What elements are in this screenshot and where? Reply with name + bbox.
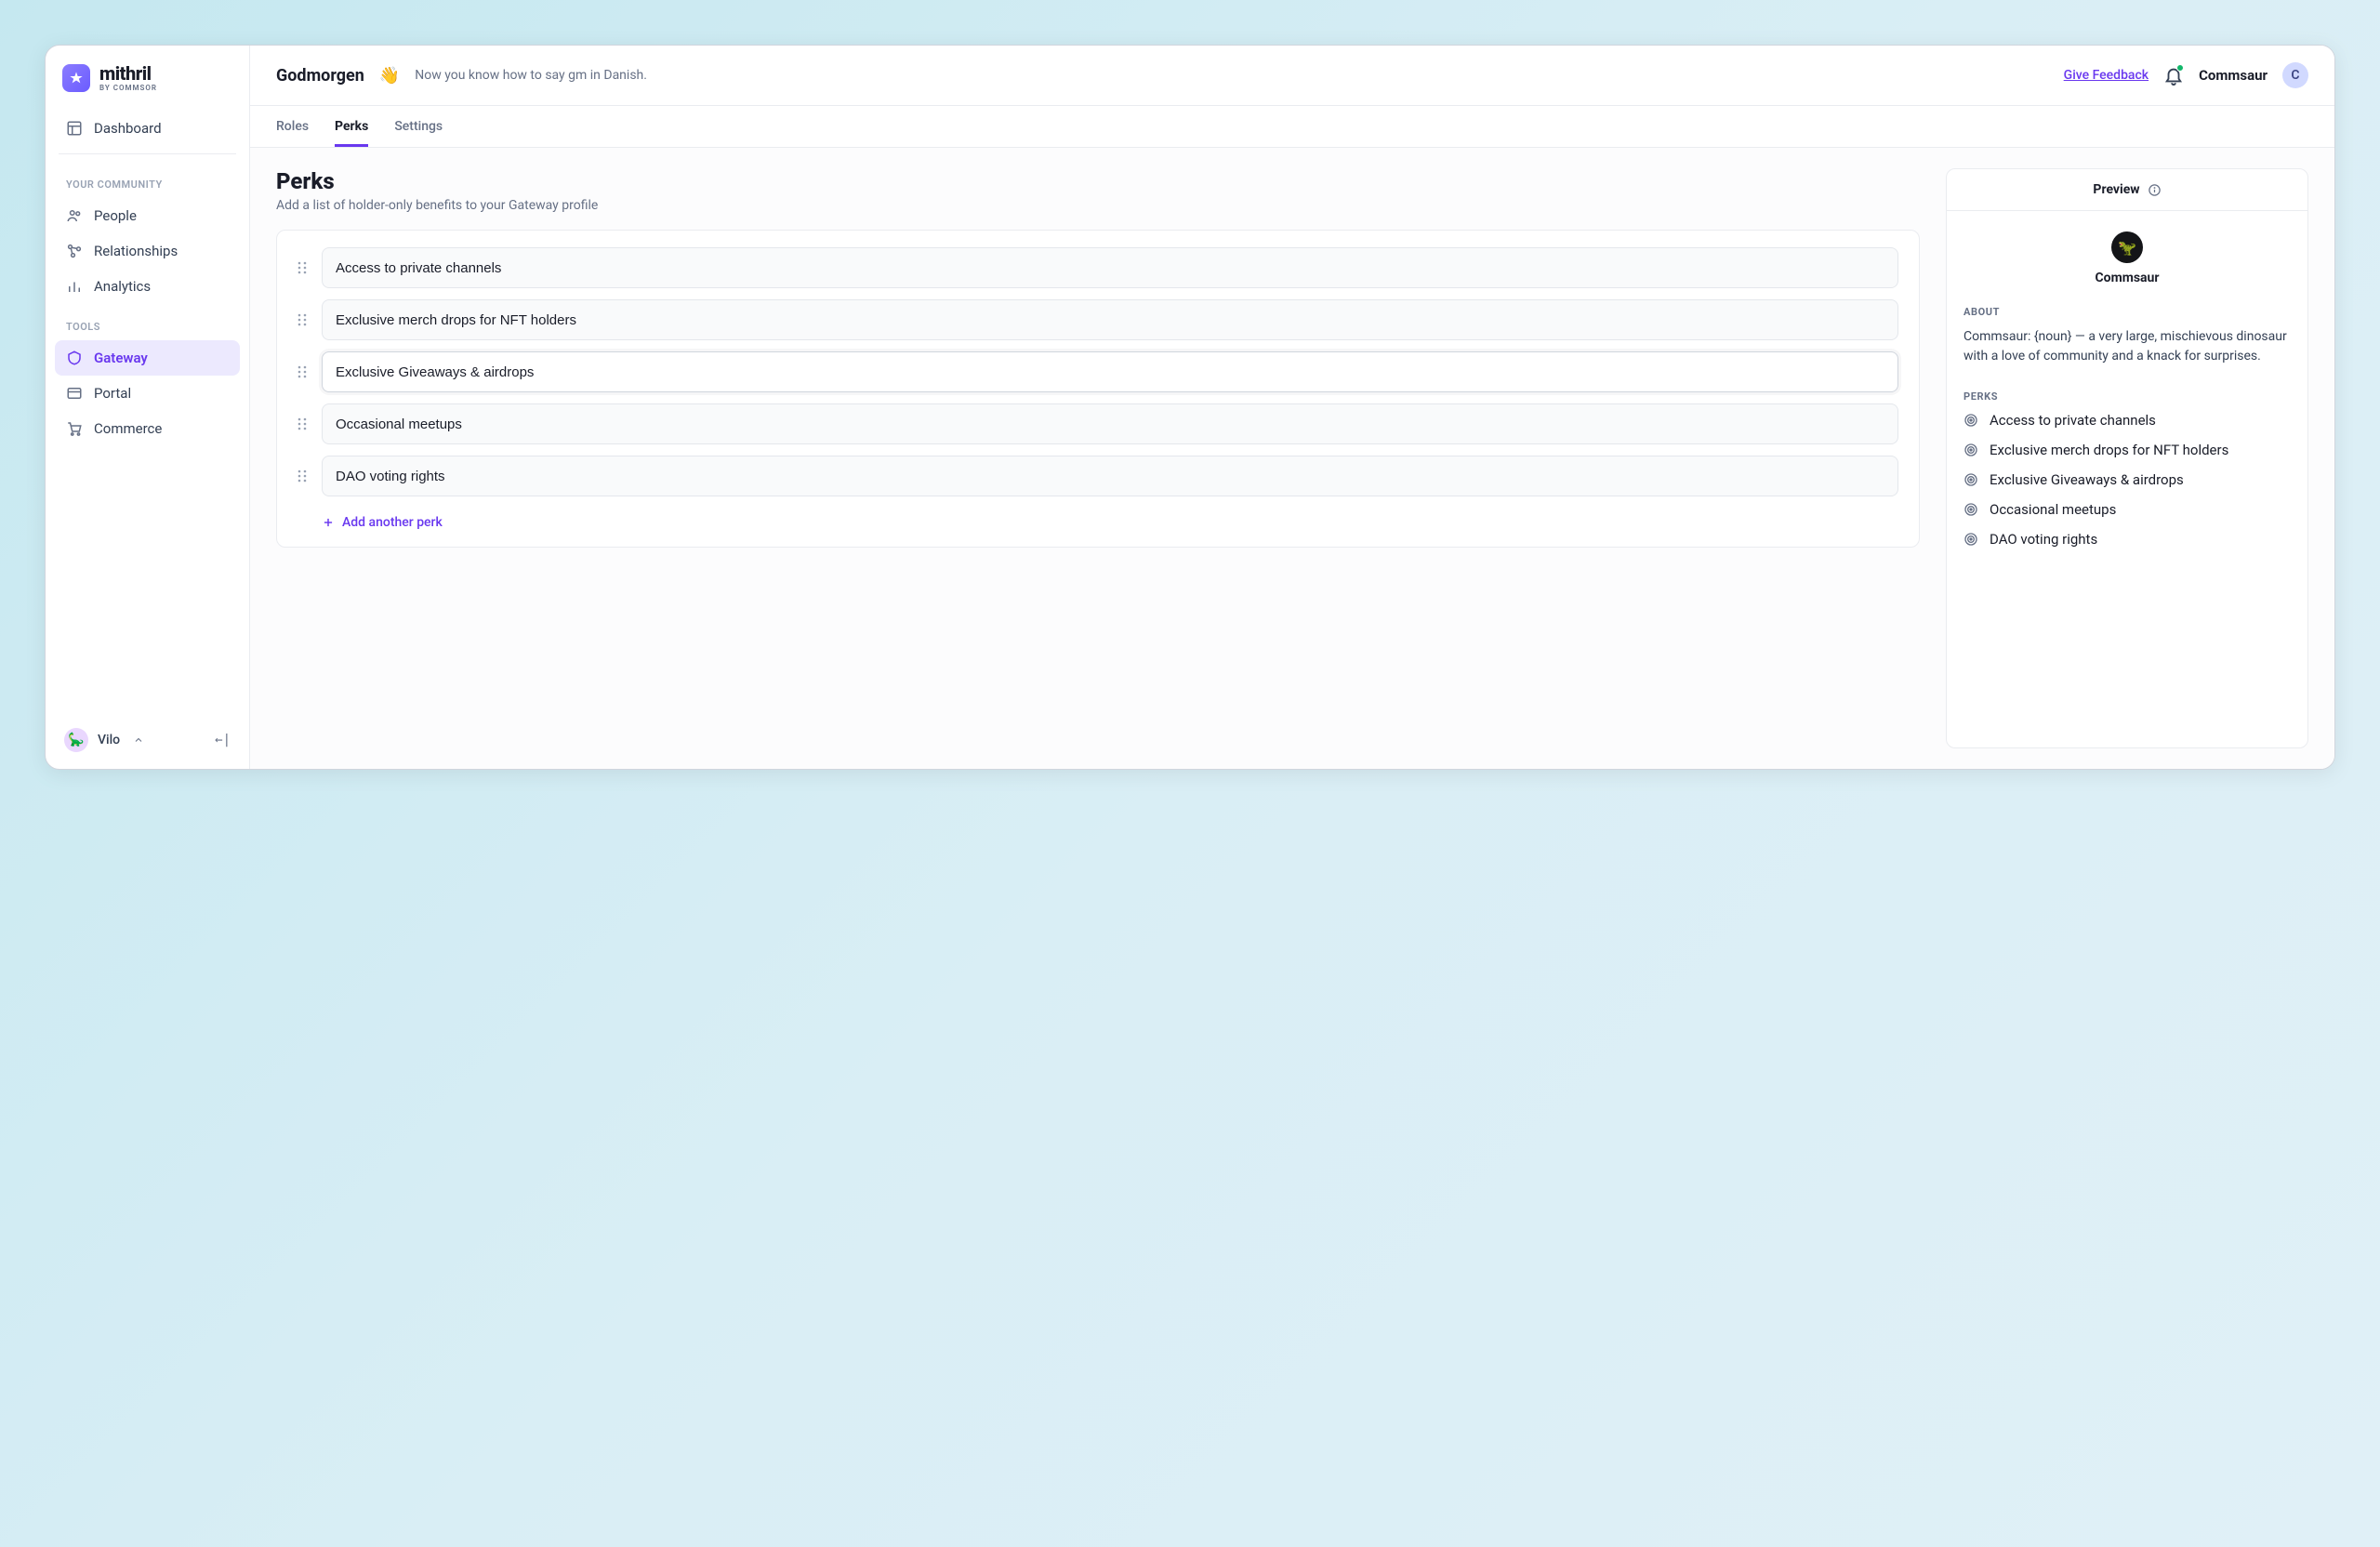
analytics-icon xyxy=(66,278,83,295)
drag-handle-icon[interactable] xyxy=(298,260,309,275)
portal-icon xyxy=(66,385,83,402)
org-name: Commsaur xyxy=(2199,67,2268,84)
topbar: Godmorgen 👋 Now you know how to say gm i… xyxy=(250,46,2334,106)
sidebar-item-relationships[interactable]: Relationships xyxy=(55,233,240,269)
drag-handle-icon[interactable] xyxy=(298,364,309,379)
collapse-sidebar-button[interactable]: ←| xyxy=(215,733,231,747)
tab-roles[interactable]: Roles xyxy=(276,106,309,147)
tab-settings[interactable]: Settings xyxy=(394,106,443,147)
sidebar-item-analytics[interactable]: Analytics xyxy=(55,269,240,304)
drag-handle-icon[interactable] xyxy=(298,416,309,431)
greeting-subtitle: Now you know how to say gm in Danish. xyxy=(415,68,647,83)
notifications-button[interactable] xyxy=(2163,65,2184,86)
perk-row xyxy=(298,351,1898,392)
preview-perk-text: Exclusive merch drops for NFT holders xyxy=(1990,442,2228,458)
preview-title: Preview xyxy=(2093,182,2139,197)
dashboard-icon xyxy=(66,120,83,137)
info-icon[interactable] xyxy=(2148,183,2162,197)
user-name: Vilo xyxy=(98,733,120,747)
perk-input[interactable] xyxy=(322,351,1898,392)
brand: mithril BY COMMSOR xyxy=(55,64,240,111)
org-avatar[interactable]: C xyxy=(2282,62,2308,88)
preview-perk-text: DAO voting rights xyxy=(1990,531,2097,548)
preview-perk-item: Exclusive merch drops for NFT holders xyxy=(1964,442,2291,458)
plus-icon xyxy=(322,516,335,529)
chevron-up-icon xyxy=(133,734,144,746)
preview-avatar: 🦖 xyxy=(2111,231,2143,263)
perk-input[interactable] xyxy=(322,299,1898,340)
target-icon xyxy=(1964,532,1978,547)
greeting-title: Godmorgen xyxy=(276,66,364,86)
sidebar-item-people[interactable]: People xyxy=(55,198,240,233)
add-perk-button[interactable]: Add another perk xyxy=(298,508,1898,530)
content: Perks Add a list of holder-only benefits… xyxy=(250,148,2334,769)
perks-editor: Perks Add a list of holder-only benefits… xyxy=(276,168,1920,748)
brand-subtitle: BY COMMSOR xyxy=(99,85,157,92)
target-icon xyxy=(1964,502,1978,517)
perk-input[interactable] xyxy=(322,247,1898,288)
page-title: Perks xyxy=(276,168,1920,194)
page-subtitle: Add a list of holder-only benefits to yo… xyxy=(276,198,1920,213)
relationships-icon xyxy=(66,243,83,259)
target-icon xyxy=(1964,443,1978,457)
main: Godmorgen 👋 Now you know how to say gm i… xyxy=(250,46,2334,769)
target-icon xyxy=(1964,413,1978,428)
sidebar: mithril BY COMMSOR Dashboard YOUR COMMUN… xyxy=(46,46,250,769)
target-icon xyxy=(1964,472,1978,487)
sidebar-group-tools: TOOLS xyxy=(55,304,240,340)
sidebar-divider xyxy=(59,153,236,154)
preview-org-name: Commsaur xyxy=(1964,271,2291,285)
preview-body: 🦖 Commsaur ABOUT Commsaur: {noun} — a ve… xyxy=(1947,211,2307,568)
preview-perk-list: Access to private channels Exclusive mer… xyxy=(1964,412,2291,548)
perk-row xyxy=(298,247,1898,288)
perk-row xyxy=(298,299,1898,340)
perk-row xyxy=(298,456,1898,496)
sidebar-item-portal[interactable]: Portal xyxy=(55,376,240,411)
tab-perks[interactable]: Perks xyxy=(335,106,368,147)
drag-handle-icon[interactable] xyxy=(298,312,309,327)
preview-about-label: ABOUT xyxy=(1964,306,2291,318)
sidebar-item-label: Gateway xyxy=(94,350,148,366)
people-icon xyxy=(66,207,83,224)
brand-badge-icon xyxy=(62,64,90,92)
preview-perk-item: Access to private channels xyxy=(1964,412,2291,429)
preview-panel: Preview 🦖 Commsaur ABOUT Commsaur: {noun… xyxy=(1946,168,2308,748)
gateway-icon xyxy=(66,350,83,366)
drag-handle-icon[interactable] xyxy=(298,469,309,483)
perk-row xyxy=(298,403,1898,444)
sidebar-item-label: Relationships xyxy=(94,243,178,259)
tabs: Roles Perks Settings xyxy=(250,106,2334,148)
sidebar-user-menu[interactable]: 🦕 Vilo ←| xyxy=(55,721,240,760)
sidebar-item-label: Portal xyxy=(94,385,131,402)
user-avatar: 🦕 xyxy=(64,728,88,752)
add-perk-label: Add another perk xyxy=(342,515,443,530)
preview-header: Preview xyxy=(1947,169,2307,211)
wave-icon: 👋 xyxy=(379,66,400,86)
sidebar-item-label: Commerce xyxy=(94,420,162,437)
app-window: mithril BY COMMSOR Dashboard YOUR COMMUN… xyxy=(45,45,2335,770)
sidebar-item-commerce[interactable]: Commerce xyxy=(55,411,240,446)
sidebar-item-label: People xyxy=(94,207,137,224)
preview-about-text: Commsaur: {noun} — a very large, mischie… xyxy=(1964,327,2291,366)
preview-perk-item: Occasional meetups xyxy=(1964,501,2291,518)
preview-perk-text: Access to private channels xyxy=(1990,412,2156,429)
sidebar-item-label: Analytics xyxy=(94,278,151,295)
preview-perks-label: PERKS xyxy=(1964,390,2291,403)
perks-card: Add another perk xyxy=(276,230,1920,548)
sidebar-item-gateway[interactable]: Gateway xyxy=(55,340,240,376)
preview-perk-item: DAO voting rights xyxy=(1964,531,2291,548)
give-feedback-link[interactable]: Give Feedback xyxy=(2064,68,2149,83)
perk-input[interactable] xyxy=(322,456,1898,496)
commerce-icon xyxy=(66,420,83,437)
sidebar-group-community: YOUR COMMUNITY xyxy=(55,162,240,198)
perk-input[interactable] xyxy=(322,403,1898,444)
sidebar-item-dashboard[interactable]: Dashboard xyxy=(55,111,240,146)
brand-name: mithril xyxy=(99,64,157,83)
preview-perk-text: Occasional meetups xyxy=(1990,501,2116,518)
preview-perk-item: Exclusive Giveaways & airdrops xyxy=(1964,471,2291,488)
preview-perk-text: Exclusive Giveaways & airdrops xyxy=(1990,471,2184,488)
sidebar-item-label: Dashboard xyxy=(94,120,162,137)
